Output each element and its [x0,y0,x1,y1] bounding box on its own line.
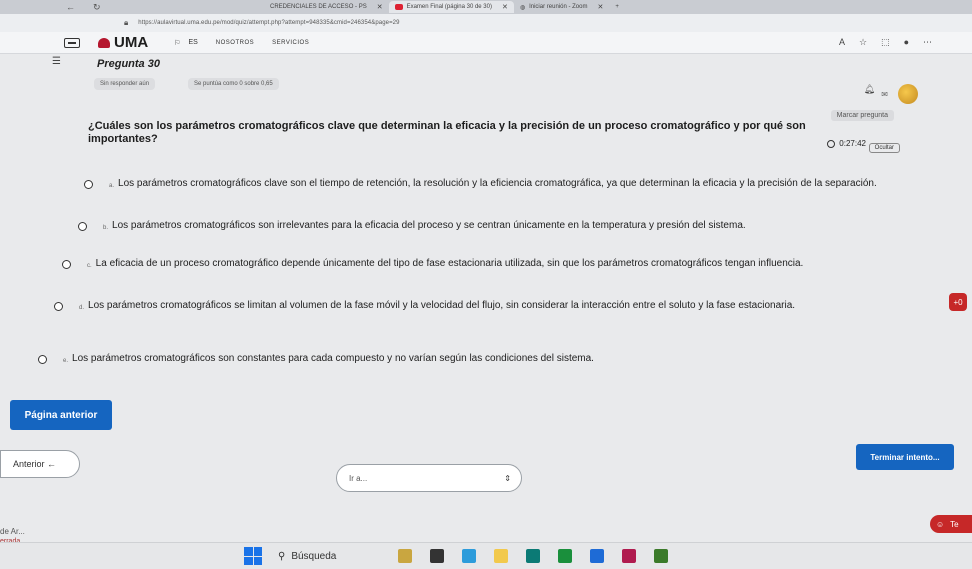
lock-icon: 🔒︎ [124,18,129,27]
app-icon[interactable] [590,549,604,563]
messages-icon[interactable]: ✉ [881,90,888,99]
answer-text: Los parámetros cromatográficos son irrel… [112,220,746,231]
chat-widget[interactable]: ☺ Te [930,515,972,533]
answer-text: Los parámetros cromatográficos son const… [72,353,594,364]
browser-tab-active[interactable]: Examen Final (página 30 de 30) ✕ [388,1,514,13]
radio-e[interactable] [38,355,47,364]
tab-label: Examen Final (página 30 de 30) [406,4,492,10]
more-icon[interactable]: ⋯ [923,37,932,48]
answer-text: La eficacia de un proceso cromatográfico… [95,258,804,269]
taskbar-apps [398,549,668,563]
browser-tab[interactable]: ◍ Iniciar reunión - Zoom ✕ [514,1,609,13]
answer-text: Los parámetros cromatográficos clave son… [118,178,877,189]
taskview-icon[interactable] [430,549,444,563]
jump-to-select[interactable]: Ir a... ⇕ [336,464,522,492]
os-taskbar: ⚲ Búsqueda [0,542,972,569]
chat-icon: ☺ [936,519,945,529]
floating-badge[interactable]: +0 [949,293,967,311]
edge-icon[interactable] [462,549,476,563]
search-label: Búsqueda [291,550,337,562]
notice-line-1: de Ar... [0,527,25,536]
language-selector[interactable]: ⚐ ES [174,39,198,47]
whatsapp-icon[interactable] [654,549,668,563]
flag-icon: ⚐ [174,39,181,47]
close-icon[interactable]: ✕ [502,3,508,11]
url-text: https://aulavirtual.uma.edu.pe/mod/quiz/… [138,20,400,26]
browser-tab[interactable]: CREDENCIALES DE ACCESO - PS ✕ [264,1,389,13]
back-icon[interactable]: ← [66,2,75,13]
radio-c[interactable] [62,260,71,269]
answer-text: Los parámetros cromatográficos se limita… [88,300,796,311]
favicon-icon [394,4,403,10]
language-label: ES [188,39,198,46]
answer-letter: c. [87,263,92,269]
search-icon: ⚲ [278,550,286,562]
site-header: UMA ⚐ ES NOSOTROS SERVICIOS A ☆ ⬚ ● ⋯ [0,32,972,54]
previous-page-button[interactable]: Página anterior [10,400,112,430]
answer-option-b[interactable]: b. Los parámetros cromatográficos son ir… [78,220,908,234]
top-nav: NOSOTROS SERVICIOS [216,40,309,46]
chrome-icon[interactable] [558,549,572,563]
browser-nav: ← ↻ [0,2,130,13]
answer-option-c[interactable]: c. La eficacia de un proceso cromatográf… [62,258,912,272]
answer-letter: e. [63,358,69,364]
answer-letter: b. [103,225,109,231]
nav-item-nosotros[interactable]: NOSOTROS [216,40,254,46]
header-actions: A ☆ ⬚ ● ⋯ [839,37,932,48]
question-number: Pregunta 30 [97,58,160,70]
store-icon[interactable] [526,549,540,563]
chevron-updown-icon: ⇕ [504,473,511,483]
question-text: ¿Cuáles son los parámetros cromatográfic… [88,120,806,145]
answer-letter: d. [79,305,85,311]
anterior-button[interactable]: Anterior ← [0,450,80,478]
jump-to-value: Ir a... [349,473,368,483]
extensions-icon[interactable]: ⬚ [881,37,890,48]
question-status: Sin responder aún [94,78,156,90]
globe-icon: ◍ [519,4,526,11]
refresh-icon[interactable]: ↻ [93,2,101,13]
explorer-icon[interactable] [494,549,508,563]
tab-label: Iniciar reunión - Zoom [529,4,588,10]
nav-item-servicios[interactable]: SERVICIOS [272,40,309,46]
finish-attempt-button[interactable]: Terminar intento... [856,444,954,470]
avatar[interactable] [898,84,918,104]
reader-icon[interactable]: A [839,37,845,48]
chat-label: Te [950,519,959,529]
star-icon[interactable]: ☆ [859,37,867,48]
widgets-icon[interactable] [398,549,412,563]
radio-a[interactable] [84,180,93,189]
answer-option-d[interactable]: d. Los parámetros cromatográficos se lim… [54,300,884,314]
drawer-icon[interactable]: ☰ [52,56,61,67]
profile-icon[interactable]: ● [904,37,909,48]
notification-bell-icon[interactable]: 🔔︎ [864,84,875,95]
radio-d[interactable] [54,302,63,311]
hide-timer-button[interactable]: Ocultar [868,143,900,153]
close-icon[interactable]: ✕ [377,3,383,11]
tab-label: CREDENCIALES DE ACCESO - PS [270,4,367,10]
question-grade: Se puntúa como 0 sobre 0,65 [188,78,279,90]
browser-tabbar: ← ↻ CREDENCIALES DE ACCESO - PS ✕ Examen… [0,0,972,14]
answer-option-a[interactable]: a. Los parámetros cromatográficos clave … [84,178,904,192]
answer-letter: a. [109,183,115,189]
menu-toggle-icon[interactable] [64,37,80,48]
taskbar-search[interactable]: ⚲ Búsqueda [278,551,378,562]
address-bar[interactable]: 🔒︎ https://aulavirtual.uma.edu.pe/mod/qu… [0,14,972,32]
new-tab-button[interactable]: + [609,1,625,13]
close-icon[interactable]: ✕ [597,3,603,11]
answer-option-e[interactable]: e. Los parámetros cromatográficos son co… [38,353,838,367]
site-logo[interactable]: UMA [98,34,148,51]
radio-b[interactable] [78,222,87,231]
uma-logo-icon [98,37,110,48]
brand-name: UMA [114,34,149,51]
quiz-page: ☰ Pregunta 30 Sin responder aún Se puntú… [0,54,972,569]
windows-start-icon[interactable] [244,547,262,565]
mail-icon[interactable] [622,549,636,563]
